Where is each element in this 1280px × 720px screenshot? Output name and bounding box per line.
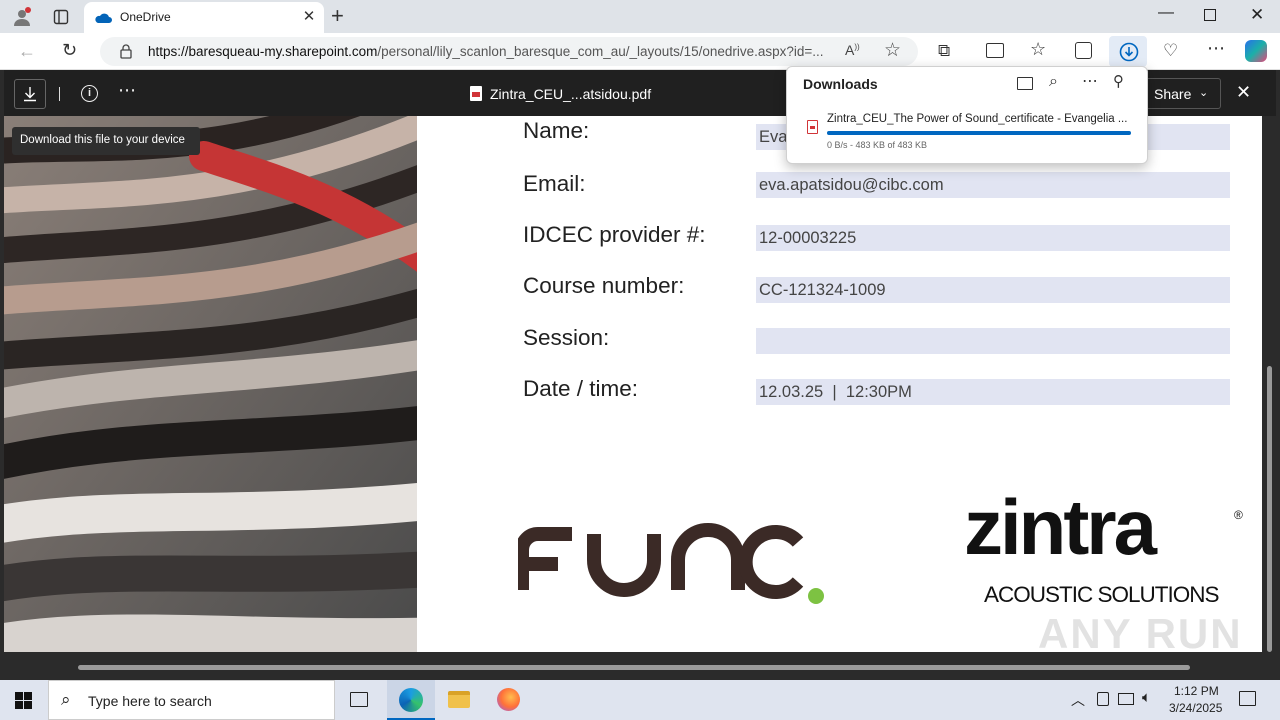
download-file-button[interactable]: [14, 79, 46, 109]
more-options-icon[interactable]: ⋯: [118, 80, 136, 101]
favorites-icon[interactable]: ☆: [1030, 39, 1046, 60]
func-logo: [515, 520, 828, 610]
tab-title: OneDrive: [120, 10, 171, 24]
download-item-name: Zintra_CEU_The Power of Sound_certificat…: [827, 113, 1128, 125]
url-path: /personal/lily_scanlon_baresque_com_au/_…: [377, 44, 824, 59]
address-bar: ← ↻ https://baresqueau-my.sharepoint.com…: [0, 33, 1280, 70]
more-menu-icon[interactable]: ⋯: [1207, 38, 1225, 59]
tooltip-text: Download this file to your device: [20, 134, 185, 146]
notifications-icon[interactable]: [1239, 691, 1256, 706]
viewer-filename: Zintra_CEU_...atsidou.pdf: [490, 86, 652, 102]
device-icon[interactable]: [1097, 692, 1109, 706]
task-view-icon[interactable]: [350, 692, 368, 707]
search-icon: ⌕: [61, 690, 71, 709]
new-tab-icon[interactable]: +: [331, 3, 344, 29]
url-field[interactable]: https://baresqueau-my.sharepoint.com/per…: [100, 37, 918, 66]
share-label: Share: [1154, 86, 1192, 102]
zintra-wordmark: zintra: [964, 483, 1157, 571]
taskbar-search-box[interactable]: ⌕ Type here to search: [48, 680, 335, 720]
field-session: [756, 328, 1230, 354]
pdf-page: Name: Email: IDCEC provider #: Course nu…: [4, 116, 1262, 652]
file-explorer-icon[interactable]: [448, 691, 470, 708]
copilot-icon[interactable]: [1245, 40, 1267, 62]
wave-pattern-image: [4, 116, 417, 652]
read-aloud-icon[interactable]: A)): [845, 42, 860, 58]
minimize-icon[interactable]: —: [1158, 4, 1174, 22]
clock-time[interactable]: 1:12 PM: [1174, 684, 1219, 698]
downloads-button[interactable]: [1109, 36, 1147, 67]
info-icon[interactable]: i: [81, 85, 98, 102]
lock-icon[interactable]: [120, 44, 132, 64]
close-viewer-icon[interactable]: ✕: [1236, 82, 1251, 103]
collections-icon[interactable]: [1075, 42, 1092, 59]
label-date-time: Date / time:: [523, 376, 639, 401]
label-session: Session:: [523, 325, 610, 350]
downloads-panel: Downloads ⌕ ⋯ ⚲ Zintra_CEU_The Power of …: [786, 66, 1148, 164]
pdf-file-icon: [470, 86, 482, 101]
open-folder-icon[interactable]: [1017, 77, 1033, 90]
label-provider: IDCEC provider #:: [523, 222, 706, 247]
taskbar-edge[interactable]: [387, 680, 435, 720]
label-name: Name:: [523, 118, 590, 143]
chevron-down-icon: ⌄: [1199, 87, 1209, 99]
toolbar-divider: [59, 87, 60, 101]
download-item[interactable]: Zintra_CEU_The Power of Sound_certificat…: [795, 107, 1141, 155]
label-course-number: Course number:: [523, 273, 685, 298]
back-icon[interactable]: ←: [18, 41, 36, 62]
workspaces-icon[interactable]: [50, 6, 72, 28]
field-email: eva.apatsidou@cibc.com: [756, 172, 1230, 198]
download-tooltip: Download this file to your device: [12, 127, 200, 155]
firefox-icon[interactable]: [497, 688, 520, 711]
zintra-logo: zintra ® ACOUSTIC SOLUTIONS: [962, 483, 1252, 620]
field-provider: 12-00003225: [756, 225, 1230, 251]
network-icon[interactable]: [1118, 693, 1134, 705]
taskbar: ⌕ Type here to search ︿ 🔈︎ 1:12 PM 3/24/…: [0, 680, 1280, 720]
download-item-status: 0 B/s - 483 KB of 483 KB: [827, 140, 928, 150]
func-logo-mark: [515, 523, 824, 604]
onedrive-cloud-icon: [94, 11, 112, 29]
vertical-scrollbar[interactable]: [1266, 116, 1274, 652]
volume-icon[interactable]: 🔈︎: [1142, 689, 1151, 706]
browser-essentials-icon[interactable]: ♡: [1163, 41, 1178, 61]
search-downloads-icon[interactable]: ⌕: [1049, 73, 1058, 91]
vertical-scroll-thumb[interactable]: [1267, 366, 1272, 652]
anyrun-watermark: ANY RUN: [1038, 610, 1243, 652]
refresh-icon[interactable]: ↻: [62, 40, 77, 61]
windows-logo-icon: [15, 692, 32, 709]
split-screen-icon[interactable]: [986, 43, 1004, 58]
downloads-title: Downloads: [803, 76, 878, 92]
horizontal-scrollbar[interactable]: [4, 660, 1266, 674]
profile-icon[interactable]: [10, 5, 34, 29]
show-hidden-icons-icon[interactable]: ︿: [1071, 690, 1085, 710]
share-button[interactable]: Share ⌄: [1138, 78, 1221, 109]
close-window-icon[interactable]: ✕: [1250, 5, 1264, 25]
horizontal-scroll-thumb[interactable]: [78, 665, 1190, 670]
download-arrow-icon: [24, 87, 36, 102]
favorite-star-icon[interactable]: ☆: [884, 39, 901, 62]
label-email: Email:: [523, 171, 586, 196]
extensions-icon[interactable]: ⧉: [938, 41, 950, 61]
tab-strip: OneDrive ✕ + — ✕: [0, 0, 1280, 33]
pdf-download-icon: [807, 120, 818, 134]
url-host: https://baresqueau-my.sharepoint.com: [148, 44, 378, 59]
field-course-number: CC-121324-1009: [756, 277, 1230, 303]
download-icon: [1119, 42, 1139, 67]
close-tab-icon[interactable]: ✕: [300, 8, 318, 26]
registered-mark: ®: [1234, 508, 1243, 522]
field-date-time: 12.03.25 | 12:30PM: [756, 379, 1230, 405]
edge-icon: [399, 688, 423, 712]
download-progress-fill: [827, 131, 1131, 135]
tab-onedrive[interactable]: OneDrive ✕: [84, 2, 324, 33]
pin-icon[interactable]: ⚲: [1113, 72, 1124, 90]
taskbar-search-placeholder: Type here to search: [88, 693, 212, 709]
acoustic-panel-photo: [4, 116, 417, 652]
restore-icon[interactable]: [1204, 9, 1216, 21]
download-progress-bar: [827, 131, 1131, 135]
clock-date[interactable]: 3/24/2025: [1169, 701, 1222, 715]
downloads-more-icon[interactable]: ⋯: [1082, 71, 1098, 91]
zintra-subtitle: ACOUSTIC SOLUTIONS: [984, 582, 1220, 607]
start-button[interactable]: [15, 692, 32, 714]
